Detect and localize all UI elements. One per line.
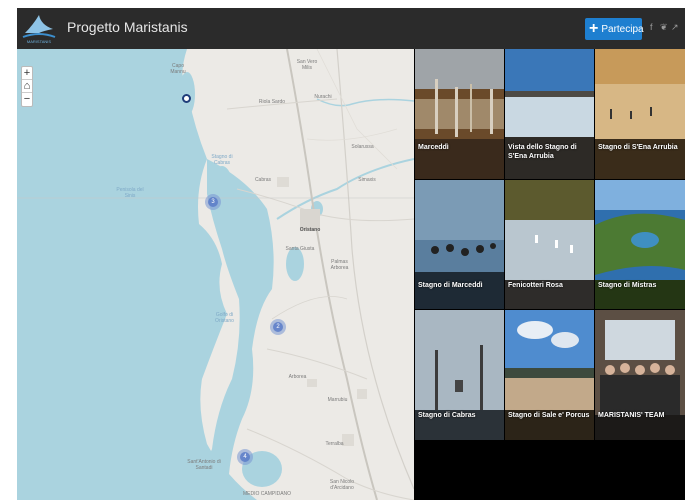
photo-sena-arrubia <box>595 49 685 179</box>
tile-caption: Fenicotteri Rosa <box>508 282 563 289</box>
app-title: Progetto Maristanis <box>67 19 188 35</box>
gallery-tile[interactable]: Vista dello Stagno di S'Ena Arrubia <box>505 49 594 179</box>
gallery-tile[interactable]: Stagno di Marceddì <box>415 180 504 309</box>
map-label-arborea: Arborea <box>288 374 307 380</box>
gallery-tile[interactable]: Stagno di Mistras <box>595 180 685 309</box>
map-label-santantonio: Sant'Antonio di Santadi <box>187 459 221 471</box>
app-window: MARISTANIS Progetto Maristanis + Parteci… <box>17 8 685 500</box>
gallery-tile[interactable]: Marceddì <box>415 49 504 179</box>
tile-caption: Stagno di Sale e' Porcus <box>508 412 590 419</box>
gallery-tile[interactable]: Fenicotteri Rosa <box>505 180 594 309</box>
map-label-riola: Riola Sardo <box>258 99 286 105</box>
photo-marceddi <box>415 49 504 179</box>
map-label-santa-giusta: Santa Giusta <box>285 246 315 252</box>
top-bar: MARISTANIS Progetto Maristanis + Parteci… <box>17 8 685 49</box>
share-icon[interactable]: ↗ <box>671 22 679 33</box>
gallery-tile[interactable]: Stagno di Cabras <box>415 310 504 440</box>
zoom-out-button[interactable]: − <box>22 93 32 106</box>
map-label-terralba: Terralba <box>325 441 344 447</box>
svg-text:MARISTANIS: MARISTANIS <box>27 39 51 44</box>
plus-icon: + <box>589 20 599 37</box>
tile-caption: Vista dello Stagno di S'Ena Arrubia <box>508 144 577 160</box>
zoom-control: + ⌂ − <box>21 66 33 107</box>
map-label-marrubiu: Marrubiu <box>327 397 348 403</box>
map-label-sea: Penisola del Sinis <box>116 187 144 199</box>
map-panel[interactable]: San Vero Milis Riola Sardo Nurachi Solar… <box>17 49 414 500</box>
map-label-nurachi: Nurachi <box>314 94 332 100</box>
map-label-stagno-cabras: Stagno di Cabras <box>211 154 233 166</box>
gallery-tile[interactable]: Stagno di Sale e' Porcus <box>505 310 594 440</box>
tile-caption: Stagno di Cabras <box>418 412 476 419</box>
map-label-palmas: Palmas Arborea <box>330 259 349 271</box>
map-canvas <box>17 49 414 500</box>
map-label-golfo: Golfo di Oristano <box>215 312 234 324</box>
maristanis-logo[interactable]: MARISTANIS <box>21 11 57 45</box>
tile-caption: Stagno di Mistras <box>598 282 657 289</box>
map-marker[interactable] <box>182 94 191 103</box>
photo-cabras <box>415 310 504 440</box>
facebook-icon[interactable]: f <box>650 22 653 32</box>
photo-team <box>595 310 685 440</box>
partecipa-button[interactable]: + Partecipa <box>585 18 644 40</box>
gallery-tile[interactable]: Stagno di S'Ena Arrubia <box>595 49 685 179</box>
twitter-icon[interactable]: ❦ <box>660 22 668 33</box>
map-label-cabras: Cabras <box>254 177 272 183</box>
cluster-marker[interactable]: 3 <box>205 194 221 210</box>
map-label-capo: Capo Mannu <box>170 63 186 75</box>
map-label-sanvero: San Vero Milis <box>296 59 318 71</box>
cluster-marker[interactable]: 4 <box>237 449 253 465</box>
map-label-oristano: Oristano <box>299 227 321 233</box>
gallery-tile[interactable]: MARISTANIS' TEAM <box>595 310 685 440</box>
partecipa-label: Partecipa <box>601 23 644 35</box>
photo-sale-porcus <box>505 310 594 440</box>
tile-caption: Stagno di S'Ena Arrubia <box>598 144 678 151</box>
zoom-in-button[interactable]: + <box>22 67 32 80</box>
map-label-simaxis: Simaxis <box>358 177 376 183</box>
tile-caption: Stagno di Marceddì <box>418 282 483 289</box>
tile-caption: Marceddì <box>418 144 449 151</box>
home-button[interactable]: ⌂ <box>22 80 32 93</box>
map-label-sannicolo: San Nicolo d'Arcidano <box>329 479 355 491</box>
photo-gallery: Marceddì Vista dello Stagno di S'Ena Arr… <box>415 49 685 449</box>
map-label-medio-campidano: MEDIO CAMPIDANO <box>242 491 292 497</box>
tile-caption: MARISTANIS' TEAM <box>598 412 665 419</box>
map-label-solarussa: Solarussa <box>351 144 374 150</box>
cluster-marker[interactable]: 2 <box>270 319 286 335</box>
